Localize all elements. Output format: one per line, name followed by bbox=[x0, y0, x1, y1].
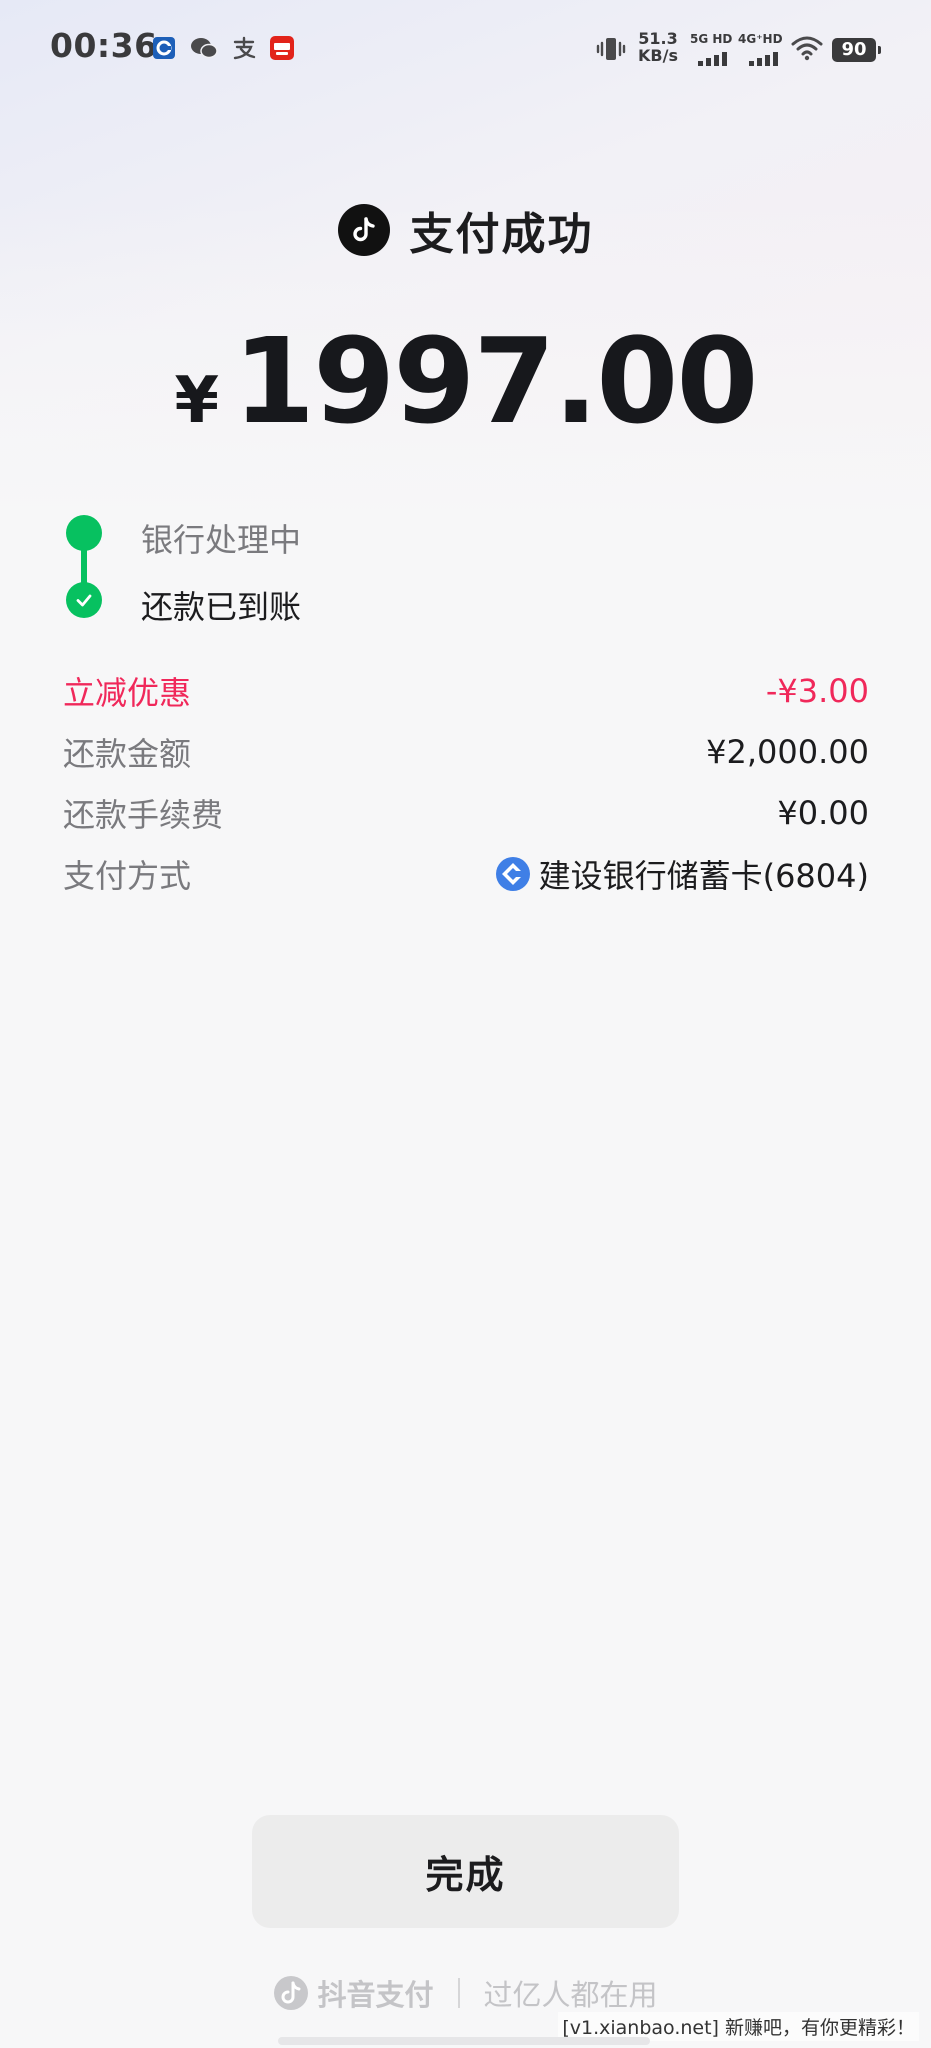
vibrate-icon bbox=[596, 34, 626, 64]
detail-value: 建设银行储蓄卡(6804) bbox=[538, 856, 869, 895]
done-button[interactable]: 完成 bbox=[252, 1815, 679, 1928]
currency-symbol: ¥ bbox=[174, 364, 220, 438]
ccb-bank-icon bbox=[495, 856, 531, 892]
payment-result-header: 支付成功 bbox=[0, 200, 931, 260]
sim2-network-label: 4G⁺HD bbox=[738, 32, 783, 46]
detail-value: -¥3.00 bbox=[765, 671, 869, 710]
battery-indicator: 90 bbox=[832, 38, 881, 62]
detail-label: 支付方式 bbox=[63, 856, 192, 895]
ccb-bank-icon bbox=[150, 34, 178, 62]
detail-label: 还款金额 bbox=[63, 734, 192, 773]
wifi-icon bbox=[790, 34, 824, 62]
timeline-step-repayment-arrived: 还款已到账 bbox=[141, 588, 302, 626]
brand-slogan: 过亿人都在用 bbox=[483, 1978, 658, 2012]
status-time: 00:36 bbox=[50, 26, 158, 65]
payment-method-value: 建设银行储蓄卡(6804) bbox=[495, 851, 869, 897]
footer-brand: 抖音支付 过亿人都在用 bbox=[0, 1972, 931, 2014]
timeline-connector bbox=[81, 549, 87, 585]
detail-label: 还款手续费 bbox=[63, 795, 224, 834]
wechat-icon bbox=[190, 34, 218, 62]
home-indicator[interactable] bbox=[278, 2037, 650, 2045]
alipay-icon bbox=[230, 34, 258, 62]
detail-row-payment-method: 支付方式 建设银行储蓄卡(6804) bbox=[63, 843, 869, 904]
douyin-logo-icon bbox=[274, 1976, 309, 2010]
page-title: 支付成功 bbox=[409, 209, 594, 260]
timeline-step-bank-processing: 银行处理中 bbox=[141, 521, 302, 559]
footer-divider bbox=[457, 1978, 460, 2008]
check-icon bbox=[66, 582, 102, 618]
timeline-dot bbox=[66, 515, 102, 551]
detail-row-discount: 立减优惠 -¥3.00 bbox=[63, 660, 869, 721]
network-speed-unit: KB/s bbox=[638, 46, 678, 65]
app-notification-icon bbox=[268, 34, 296, 62]
detail-row-repayment-amount: 还款金额 ¥2,000.00 bbox=[63, 721, 869, 782]
detail-row-fee: 还款手续费 ¥0.00 bbox=[63, 782, 869, 843]
detail-label: 立减优惠 bbox=[63, 673, 192, 712]
detail-value: ¥2,000.00 bbox=[706, 732, 869, 771]
sim1-signal-icon bbox=[698, 52, 727, 66]
status-bar: 00:36 51.3 KB/s 5G HD 4G⁺HD 90 bbox=[0, 0, 931, 100]
payment-amount: ¥ 1997.00 bbox=[0, 312, 931, 450]
network-speed-value: 51.3 bbox=[638, 29, 678, 48]
douyin-pay-brand: 抖音支付 bbox=[273, 1972, 434, 2014]
sim2-signal-icon bbox=[749, 52, 778, 66]
douyin-logo-icon bbox=[337, 204, 390, 256]
amount-value: 1997.00 bbox=[233, 312, 758, 450]
brand-name: 抖音支付 bbox=[317, 1978, 434, 2012]
detail-value: ¥0.00 bbox=[777, 793, 869, 832]
sim1-network-label: 5G HD bbox=[690, 32, 733, 46]
network-speed: 51.3 KB/s bbox=[638, 30, 678, 64]
payment-details: 立减优惠 -¥3.00 还款金额 ¥2,000.00 还款手续费 ¥0.00 支… bbox=[63, 660, 869, 904]
